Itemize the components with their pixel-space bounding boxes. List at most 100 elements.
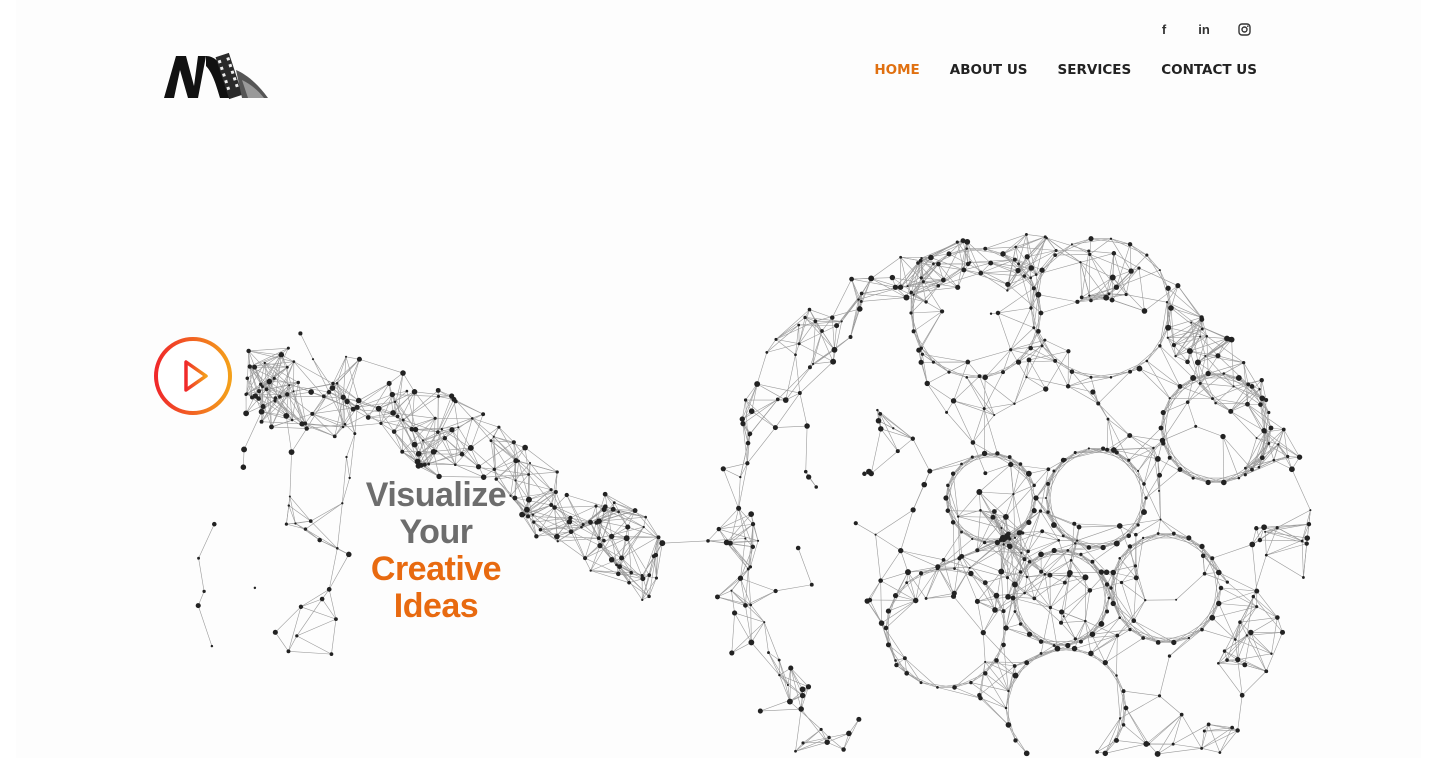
network-link (990, 262, 1019, 271)
network-link (599, 545, 622, 559)
network-node (965, 359, 971, 365)
network-node (475, 464, 482, 470)
network-node (731, 610, 738, 616)
network-link (799, 343, 834, 362)
main-nav: HOME ABOUT US SERVICES CONTACT US (874, 62, 1257, 78)
network-node (1026, 549, 1030, 554)
network-node (868, 275, 875, 282)
network-node (435, 387, 441, 393)
network-link (977, 596, 1009, 602)
linkedin-icon[interactable]: in (1195, 20, 1213, 38)
network-link (1222, 436, 1240, 479)
network-node (1061, 534, 1065, 538)
facebook-icon[interactable]: f (1155, 20, 1173, 38)
network-link (966, 377, 995, 416)
network-node (1109, 274, 1116, 281)
network-link (1230, 411, 1265, 431)
network-node (319, 596, 325, 602)
network-link (1195, 426, 1224, 437)
network-link (900, 509, 914, 551)
network-link (1107, 418, 1130, 436)
network-link (1092, 597, 1110, 635)
network-node (340, 394, 346, 400)
network-link (1175, 573, 1205, 601)
network-node (344, 398, 350, 405)
network-node (903, 294, 910, 301)
network-node (269, 424, 274, 430)
network-node (386, 380, 392, 386)
network-link (1005, 627, 1042, 642)
network-node (918, 571, 924, 576)
network-node (1202, 571, 1207, 576)
network-node (827, 735, 831, 740)
network-node (436, 430, 440, 434)
network-node (1036, 328, 1041, 334)
network-link (1014, 611, 1042, 642)
network-node (1142, 482, 1146, 486)
network-link (1143, 483, 1161, 520)
network-node (1040, 529, 1045, 534)
network-node (1054, 645, 1061, 652)
network-link (599, 545, 632, 573)
network-link (1010, 464, 1049, 470)
network-node (992, 509, 997, 514)
network-node (786, 698, 793, 705)
network-node (1264, 553, 1268, 557)
network-link (997, 288, 1035, 314)
network-link (741, 383, 758, 420)
network-node (457, 426, 460, 429)
network-link (875, 534, 881, 581)
network-node (964, 239, 969, 244)
instagram-icon[interactable] (1235, 20, 1253, 38)
network-node (970, 455, 974, 459)
network-node (993, 592, 1000, 599)
network-node (1248, 629, 1254, 636)
network-link (312, 359, 333, 389)
network-node (1244, 466, 1247, 470)
network-link (1212, 544, 1253, 559)
network-link (775, 425, 808, 428)
network-node (814, 485, 818, 489)
network-node (1286, 454, 1290, 459)
nav-home[interactable]: HOME (874, 62, 919, 78)
network-link (1218, 603, 1236, 640)
network-node (1185, 400, 1190, 404)
network-node (1171, 742, 1175, 746)
network-link (850, 308, 861, 338)
network-node (1174, 354, 1177, 358)
network-link (799, 392, 808, 427)
network-node (252, 364, 258, 370)
network-link (1040, 301, 1078, 314)
network-node (654, 576, 659, 580)
network-node (393, 400, 397, 404)
network-node (212, 521, 217, 527)
brand-logo[interactable] (162, 50, 272, 100)
network-node (401, 418, 405, 422)
network-node (245, 376, 250, 381)
network-node (874, 533, 877, 536)
network-node (720, 466, 726, 472)
nav-services[interactable]: SERVICES (1058, 62, 1132, 78)
network-node (859, 291, 864, 296)
network-node (983, 246, 988, 251)
network-link (1033, 294, 1039, 328)
network-node (1225, 658, 1229, 662)
network-node (1005, 722, 1012, 728)
network-node (1222, 372, 1226, 375)
network-link (922, 353, 968, 363)
network-link (970, 573, 997, 596)
play-video-button[interactable] (152, 335, 234, 417)
network-link (1129, 244, 1132, 272)
network-node (1216, 600, 1222, 607)
network-node (1089, 631, 1096, 638)
nav-contact-us[interactable]: CONTACT US (1161, 62, 1257, 78)
network-node (240, 464, 247, 470)
network-link (358, 383, 390, 401)
network-link (1123, 691, 1127, 709)
network-link (1113, 435, 1130, 451)
network-link (554, 505, 597, 508)
network-node (936, 261, 941, 267)
network-node (525, 514, 531, 519)
nav-about-us[interactable]: ABOUT US (950, 62, 1028, 78)
network-link (291, 428, 307, 453)
